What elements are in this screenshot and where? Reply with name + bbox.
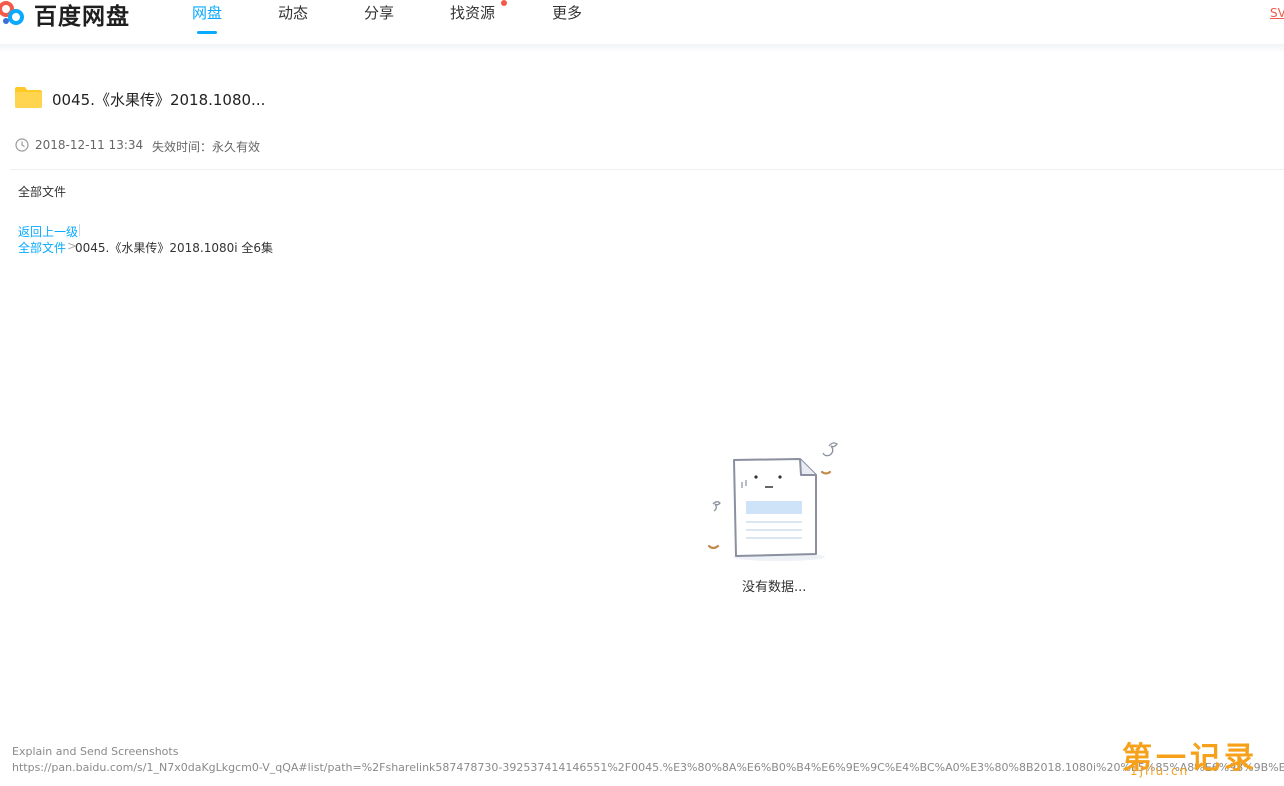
watermark-domain: 1jilu.cn [1130,764,1190,778]
nav-item-gengduo[interactable]: 更多 [552,2,582,23]
all-files-label: 全部文件 [18,185,67,199]
user-name-link[interactable]: SV [1270,6,1284,20]
empty-state-text: 没有数据... [742,580,807,595]
nav-item-zhaoziyuan[interactable]: 找资源 [450,2,495,23]
notification-dot [501,0,507,6]
breadcrumb-all-files-link[interactable]: 全部文件 [18,239,66,256]
breadcrumb-current-folder: 0045.《水果传》2018.1080i 全6集 [75,241,274,255]
separator [79,224,80,236]
empty-document-illustration [707,442,838,561]
watermark: 第一记录 1jilu.cn [1122,733,1282,781]
share-title: 0045.《水果传》2018.1080... [52,91,266,109]
divider [10,169,1284,170]
baidu-pan-logo[interactable]: 百度网盘 [0,0,130,30]
nav-item-dongtai[interactable]: 动态 [278,2,308,23]
logo-icon [0,1,24,25]
expire-time: 失效时间：永久有效 [152,140,261,154]
header-shadow [0,44,1284,53]
folder-icon [15,87,42,108]
status-url: https://pan.baidu.com/s/1_N7x0daKgLkgcm0… [12,761,1284,774]
back-to-parent-link[interactable]: 返回上一级 [18,223,78,240]
share-date: 2018-12-11 13:34 [35,138,144,152]
status-caption: Explain and Send Screenshots [12,745,179,758]
nav-item-wangpan[interactable]: 网盘 [192,2,222,23]
clock-icon [15,138,29,152]
nav-item-fenxiang[interactable]: 分享 [364,2,394,23]
logo-text: 百度网盘 [34,4,130,30]
nav-active-indicator [197,31,217,34]
top-header: 百度网盘 网盘 动态 分享 找资源 更多 SV [0,0,1284,45]
